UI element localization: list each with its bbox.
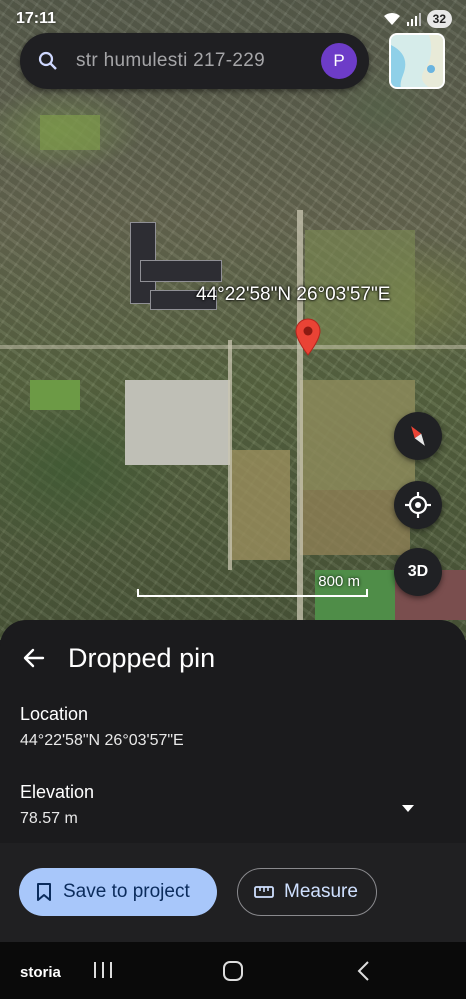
- app-label[interactable]: storia: [20, 964, 61, 981]
- elevation-value: 78.57 m: [20, 810, 78, 827]
- recents-button[interactable]: [92, 960, 114, 985]
- search-bar[interactable]: str humulesti 217-229 P: [20, 33, 369, 89]
- view-3d-label: 3D: [407, 563, 429, 580]
- status-icons: 32: [383, 10, 452, 28]
- back-chevron-icon: [357, 961, 369, 981]
- elevation-label: Elevation: [20, 782, 95, 802]
- home-icon: [223, 961, 243, 981]
- back-nav-button[interactable]: [356, 960, 370, 987]
- status-time: 17:11: [16, 10, 57, 27]
- location-label: Location: [20, 704, 89, 724]
- location-value[interactable]: 44°22'58"N 26°03'57"E: [20, 732, 184, 750]
- pin-coordinate-label: 44°22'58"N 26°03'57"E: [196, 284, 391, 305]
- measure-button[interactable]: Measure: [237, 868, 377, 916]
- map-field: [40, 115, 100, 150]
- wifi-icon: [383, 12, 400, 25]
- map-building: [140, 260, 222, 282]
- crosshair-icon: [405, 492, 431, 518]
- map-thumbnail-icon: [391, 35, 443, 87]
- battery-indicator: 32: [426, 10, 452, 28]
- view-3d-button[interactable]: 3D: [394, 548, 442, 596]
- system-nav-bar: storia: [0, 942, 466, 999]
- map-field: [230, 450, 290, 560]
- map-parking-lot: [125, 380, 230, 465]
- scale-label: 800 m: [318, 573, 360, 590]
- home-button[interactable]: [222, 960, 244, 987]
- back-button[interactable]: [0, 646, 68, 670]
- my-location-button[interactable]: [394, 481, 442, 529]
- save-to-project-label: Save to project: [63, 881, 190, 902]
- back-arrow-icon: [23, 648, 45, 668]
- map-road: [228, 340, 232, 570]
- expand-dropdown-button[interactable]: [400, 800, 416, 818]
- map-scale: 800 m: [137, 571, 368, 599]
- bookmark-icon: [37, 883, 51, 901]
- chevron-down-icon: [402, 805, 414, 812]
- satellite-map[interactable]: [0, 0, 466, 640]
- compass-button[interactable]: [394, 412, 442, 460]
- map-road: [0, 345, 466, 349]
- recents-icon: [94, 962, 112, 978]
- search-icon: [20, 51, 76, 71]
- status-bar: 17:11 32: [0, 0, 466, 34]
- compass-icon: [411, 426, 425, 446]
- measure-label: Measure: [284, 881, 358, 902]
- signal-icon: [406, 13, 421, 26]
- ruler-icon: [254, 886, 274, 898]
- sheet-header: Dropped pin: [0, 638, 466, 678]
- action-bar: Save to project Measure: [0, 843, 466, 942]
- layers-minimap-button[interactable]: [389, 33, 445, 89]
- map-field: [30, 380, 80, 410]
- sheet-title: Dropped pin: [68, 642, 216, 673]
- search-input[interactable]: str humulesti 217-229: [76, 50, 321, 72]
- save-to-project-button[interactable]: Save to project: [19, 868, 217, 916]
- map-road: [297, 210, 303, 630]
- location-pin-icon[interactable]: [295, 318, 321, 361]
- avatar[interactable]: P: [321, 43, 357, 79]
- scale-bar: [137, 589, 368, 597]
